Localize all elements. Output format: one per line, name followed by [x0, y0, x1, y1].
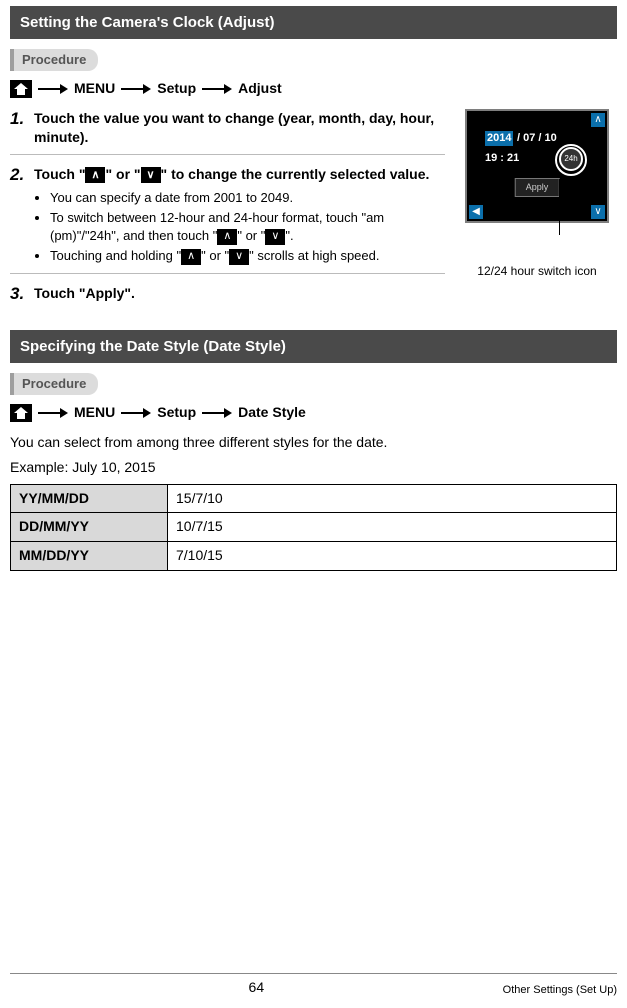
- date-format-value: 7/10/15: [168, 542, 617, 571]
- step-2-text-c: " to change the currently selected value…: [161, 166, 430, 182]
- screenshot-up-arrow-icon: ∧: [591, 113, 605, 127]
- callout-line: [559, 179, 560, 235]
- screenshot-apply-button: Apply: [515, 178, 560, 197]
- step-2-title: Touch "∧" or "∨" to change the currently…: [34, 166, 429, 182]
- step-2-b3-b: " or ": [201, 248, 229, 263]
- step-3: 3. Touch "Apply".: [10, 284, 445, 310]
- path-adjust: Adjust: [238, 79, 282, 99]
- page-footer: 64 Other Settings (Set Up): [10, 973, 617, 998]
- path-menu: MENU: [74, 403, 115, 423]
- date-style-table: YY/MM/DD 15/7/10 DD/MM/YY 10/7/15 MM/DD/…: [10, 484, 617, 571]
- step-1-title: Touch the value you want to change (year…: [34, 110, 434, 146]
- step-2-b3-c: " scrolls at high speed.: [249, 248, 379, 263]
- table-row: DD/MM/YY 10/7/15: [11, 513, 617, 542]
- step-1: 1. Touch the value you want to change (y…: [10, 109, 445, 155]
- up-arrow-icon: ∧: [181, 249, 201, 265]
- step-1-number: 1.: [10, 107, 24, 131]
- clock-screenshot: ∧ ∨ ◀ 2014 / 07 / 10 19 : 21 24h Apply: [465, 109, 609, 223]
- down-arrow-icon: ∨: [229, 249, 249, 265]
- arrow-icon: [202, 409, 232, 417]
- procedure-label: Procedure: [10, 49, 98, 71]
- arrow-icon: [38, 409, 68, 417]
- step-2-bullet-3: Touching and holding "∧" or "∨" scrolls …: [50, 247, 445, 265]
- date-format-label: YY/MM/DD: [11, 484, 168, 513]
- arrow-icon: [38, 85, 68, 93]
- down-arrow-icon: ∨: [265, 229, 285, 245]
- step-2-bullet-2: To switch between 12-hour and 24-hour fo…: [50, 209, 445, 245]
- up-arrow-icon: ∧: [85, 167, 105, 183]
- datestyle-description: You can select from among three differen…: [10, 433, 617, 453]
- step-2-b2-b: " or ": [237, 228, 265, 243]
- path-setup: Setup: [157, 79, 196, 99]
- up-arrow-icon: ∧: [217, 229, 237, 245]
- home-icon: [10, 404, 32, 422]
- arrow-icon: [121, 409, 151, 417]
- menu-path-datestyle: MENU Setup Date Style: [10, 403, 617, 423]
- datestyle-example-label: Example: July 10, 2015: [10, 458, 617, 478]
- footer-section-label: Other Settings (Set Up): [503, 983, 617, 998]
- step-2-number: 2.: [10, 163, 24, 187]
- date-format-label: MM/DD/YY: [11, 542, 168, 571]
- procedure-label: Procedure: [10, 373, 98, 395]
- date-format-value: 10/7/15: [168, 513, 617, 542]
- date-format-label: DD/MM/YY: [11, 513, 168, 542]
- step-2-text-b: " or ": [105, 166, 140, 182]
- screenshot-highlight-circle: [555, 144, 587, 176]
- path-menu: MENU: [74, 79, 115, 99]
- step-2-b3-a: Touching and holding ": [50, 248, 181, 263]
- screenshot-down-arrow-icon: ∨: [591, 205, 605, 219]
- path-setup: Setup: [157, 403, 196, 423]
- date-format-value: 15/7/10: [168, 484, 617, 513]
- step-3-number: 3.: [10, 282, 24, 306]
- home-icon: [10, 80, 32, 98]
- step-2-bullet-1: You can specify a date from 2001 to 2049…: [50, 189, 445, 207]
- section-heading-datestyle: Specifying the Date Style (Date Style): [10, 330, 617, 363]
- page-number: 64: [10, 978, 503, 998]
- menu-path-adjust: MENU Setup Adjust: [10, 79, 617, 99]
- screenshot-year: 2014: [485, 131, 513, 146]
- table-row: MM/DD/YY 7/10/15: [11, 542, 617, 571]
- section-heading-adjust: Setting the Camera's Clock (Adjust): [10, 6, 617, 39]
- table-row: YY/MM/DD 15/7/10: [11, 484, 617, 513]
- step-2-b2-c: ".: [285, 228, 293, 243]
- arrow-icon: [121, 85, 151, 93]
- path-datestyle: Date Style: [238, 403, 306, 423]
- example-screenshot-column: ∧ ∨ ◀ 2014 / 07 / 10 19 : 21 24h Apply 1…: [457, 109, 617, 280]
- screenshot-left-arrow-icon: ◀: [469, 205, 483, 219]
- down-arrow-icon: ∨: [141, 167, 161, 183]
- screenshot-time: 19 : 21: [485, 151, 519, 166]
- screenshot-date: / 07 / 10: [517, 131, 557, 146]
- step-2: 2. Touch "∧" or "∨" to change the curren…: [10, 165, 445, 274]
- step-2-text-a: Touch ": [34, 166, 85, 182]
- screenshot-caption: 12/24 hour switch icon: [457, 263, 617, 280]
- step-3-title: Touch "Apply".: [34, 285, 135, 301]
- arrow-icon: [202, 85, 232, 93]
